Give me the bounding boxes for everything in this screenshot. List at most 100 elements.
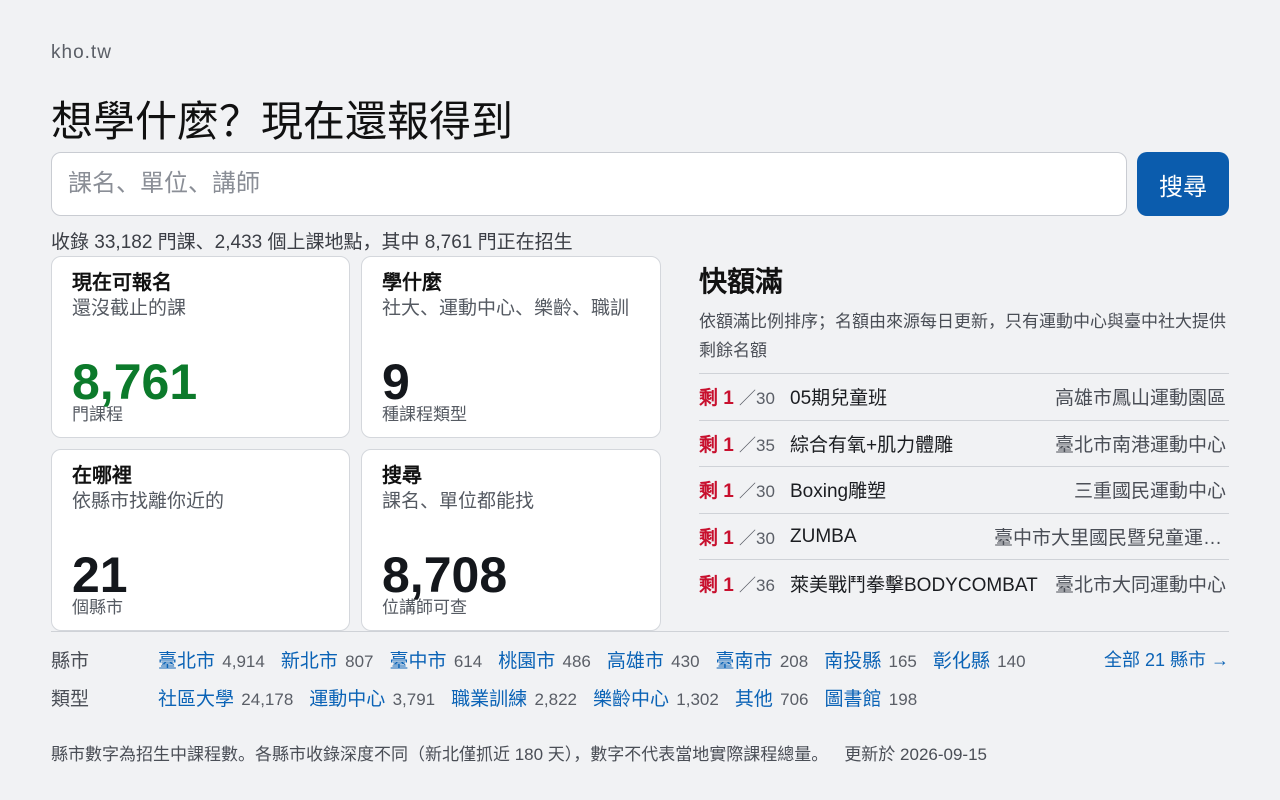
total-seats: ／30 xyxy=(739,529,775,549)
quickfull-item[interactable]: 剩 1 ／30 ZUMBA 臺中市大里國民暨兒童運動… xyxy=(699,512,1229,560)
county-count: 486 xyxy=(562,652,591,671)
type-count: 198 xyxy=(888,690,918,709)
type-link[interactable]: 樂齡中心 1,302 xyxy=(593,684,719,711)
total-seats: ／36 xyxy=(739,575,775,595)
county-count: 165 xyxy=(888,652,917,671)
county-name: 南投縣 xyxy=(824,651,882,672)
type-link[interactable]: 運動中心 3,791 xyxy=(309,684,435,711)
type-count: 24,178 xyxy=(241,690,294,709)
type-name: 圖書館 xyxy=(824,689,882,710)
total-seats: ／30 xyxy=(739,389,775,409)
card-subtitle: 課名、單位都能找 xyxy=(382,491,535,512)
course-name: Boxing雕塑 xyxy=(790,481,887,503)
updated-date: 更新於 2026-09-15 xyxy=(844,745,987,764)
footer-disclaimer: 縣市數字為招生中課程數。各縣市收錄深度不同（新北僅抓近 180 天），數字不代表… xyxy=(51,745,829,764)
county-name: 高雄市 xyxy=(606,651,664,672)
total-seats: ／30 xyxy=(739,482,775,502)
county-name: 臺南市 xyxy=(715,651,773,672)
course-name: 05期兒童班 xyxy=(790,388,888,410)
county-count: 140 xyxy=(997,652,1026,671)
county-name: 桃園市 xyxy=(498,651,556,672)
type-name: 其他 xyxy=(734,689,773,710)
quickfull-description: 依額滿比例排序；名額由來源每日更新，只有運動中心與臺中社大提供剩餘名額 xyxy=(699,312,1226,360)
remaining-seats: 剩 1 xyxy=(699,481,734,503)
type-name: 社區大學 xyxy=(158,689,235,710)
stats-summary: 收錄 33,182 門課、2,433 個上課地點，其中 8,761 門正在招生 xyxy=(51,232,573,253)
footer-note: 縣市數字為招生中課程數。各縣市收錄深度不同（新北僅抓近 180 天），數字不代表… xyxy=(51,740,987,765)
county-link[interactable]: 南投縣 165 xyxy=(824,646,917,673)
total-seats: ／35 xyxy=(739,435,775,455)
card-subtitle: 還沒截止的課 xyxy=(72,298,187,319)
course-venue: 三重國民運動中心 xyxy=(1073,481,1226,503)
county-count: 614 xyxy=(453,652,483,671)
type-links: 社區大學 24,178 運動中心 3,791 職業訓練 2,822 樂齡中心 1… xyxy=(158,684,933,711)
county-link[interactable]: 臺南市 208 xyxy=(716,646,809,673)
type-count: 706 xyxy=(780,690,809,709)
county-name: 臺中市 xyxy=(389,651,447,672)
type-count: 3,791 xyxy=(392,690,436,709)
card-subtitle: 社大、運動中心、樂齡、職訓 xyxy=(382,298,630,319)
card-unit: 門課程 xyxy=(72,405,123,424)
card-search[interactable]: 搜尋 課名、單位都能找 8,708 位講師可查 xyxy=(361,449,661,631)
county-link[interactable]: 臺北市 4,914 xyxy=(158,646,265,673)
county-link[interactable]: 新北市 807 xyxy=(281,646,374,673)
all-counties-link[interactable]: 全部 21 縣市 → xyxy=(1104,646,1229,672)
county-links: 臺北市 4,914 新北市 807 臺中市 614 桃園市 486 高雄市 43… xyxy=(158,646,1042,673)
site-name[interactable]: kho.tw xyxy=(51,42,112,64)
county-link[interactable]: 臺中市 614 xyxy=(390,646,483,673)
search-button[interactable]: 搜尋 xyxy=(1137,152,1229,216)
county-count: 208 xyxy=(779,652,809,671)
remaining-seats: 剩 1 xyxy=(699,388,734,410)
course-venue: 臺北市南港運動中心 xyxy=(1054,434,1226,456)
county-count: 807 xyxy=(345,652,374,671)
course-name: ZUMBA xyxy=(790,525,857,547)
county-link[interactable]: 彰化縣 140 xyxy=(933,646,1026,673)
types-label: 類型 xyxy=(51,689,90,710)
type-link[interactable]: 職業訓練 2,822 xyxy=(451,684,577,711)
county-link[interactable]: 桃園市 486 xyxy=(498,646,591,673)
search-input[interactable] xyxy=(51,152,1127,216)
remaining-seats: 剩 1 xyxy=(699,574,734,596)
type-count: 1,302 xyxy=(676,690,719,709)
remaining-seats: 剩 1 xyxy=(699,434,734,456)
counties-label: 縣市 xyxy=(51,651,90,672)
divider xyxy=(51,631,1229,632)
card-title: 在哪裡 xyxy=(72,465,132,487)
county-name: 彰化縣 xyxy=(932,651,990,672)
county-name: 臺北市 xyxy=(158,651,216,672)
remaining-seats: 剩 1 xyxy=(699,528,734,550)
county-count: 4,914 xyxy=(222,652,265,671)
type-name: 樂齡中心 xyxy=(592,689,669,710)
course-venue: 高雄市鳳山運動園區 xyxy=(1054,388,1226,410)
page-title: 想學什麼？現在還報得到 xyxy=(51,98,514,145)
course-venue: 臺北市大同運動中心 xyxy=(1054,574,1226,596)
county-count: 430 xyxy=(671,652,700,671)
type-count: 2,822 xyxy=(534,690,577,709)
card-title: 搜尋 xyxy=(382,465,422,487)
quickfull-item[interactable]: 剩 1 ／36 萊美戰鬥拳擊BODYCOMBAT 臺北市大同運動中心 xyxy=(699,559,1229,606)
quickfull-item[interactable]: 剩 1 ／30 Boxing雕塑 三重國民運動中心 xyxy=(699,466,1229,513)
card-what-to-learn[interactable]: 學什麼 社大、運動中心、樂齡、職訓 9 種課程類型 xyxy=(361,256,661,438)
type-link[interactable]: 其他 706 xyxy=(735,684,809,711)
county-link[interactable]: 高雄市 430 xyxy=(607,646,700,673)
type-link[interactable]: 圖書館 198 xyxy=(825,684,918,711)
county-name: 新北市 xyxy=(280,651,338,672)
card-unit: 個縣市 xyxy=(72,598,123,617)
card-unit: 種課程類型 xyxy=(382,405,467,424)
course-name: 萊美戰鬥拳擊BODYCOMBAT xyxy=(790,574,1038,596)
type-link[interactable]: 社區大學 24,178 xyxy=(158,684,293,711)
course-venue: 臺中市大里國民暨兒童運動… xyxy=(994,528,1229,550)
type-name: 運動中心 xyxy=(309,689,386,710)
quickfull-item[interactable]: 剩 1 ／35 綜合有氧+肌力體雕 臺北市南港運動中心 xyxy=(699,419,1229,467)
card-unit: 位講師可查 xyxy=(382,598,467,617)
quickfull-title: 快額滿 xyxy=(699,266,784,297)
quickfull-list: 剩 1 ／30 05期兒童班 高雄市鳳山運動園區 剩 1 ／35 綜合有氧+肌力… xyxy=(699,373,1229,606)
card-open-now[interactable]: 現在可報名 還沒截止的課 8,761 門課程 xyxy=(51,256,350,438)
card-title: 現在可報名 xyxy=(72,272,172,294)
course-name: 綜合有氧+肌力體雕 xyxy=(790,434,954,456)
type-name: 職業訓練 xyxy=(451,689,528,710)
card-subtitle: 依縣市找離你近的 xyxy=(72,491,225,512)
card-where[interactable]: 在哪裡 依縣市找離你近的 21 個縣市 xyxy=(51,449,350,631)
quickfull-item[interactable]: 剩 1 ／30 05期兒童班 高雄市鳳山運動園區 xyxy=(699,373,1229,420)
card-title: 學什麼 xyxy=(382,272,442,294)
